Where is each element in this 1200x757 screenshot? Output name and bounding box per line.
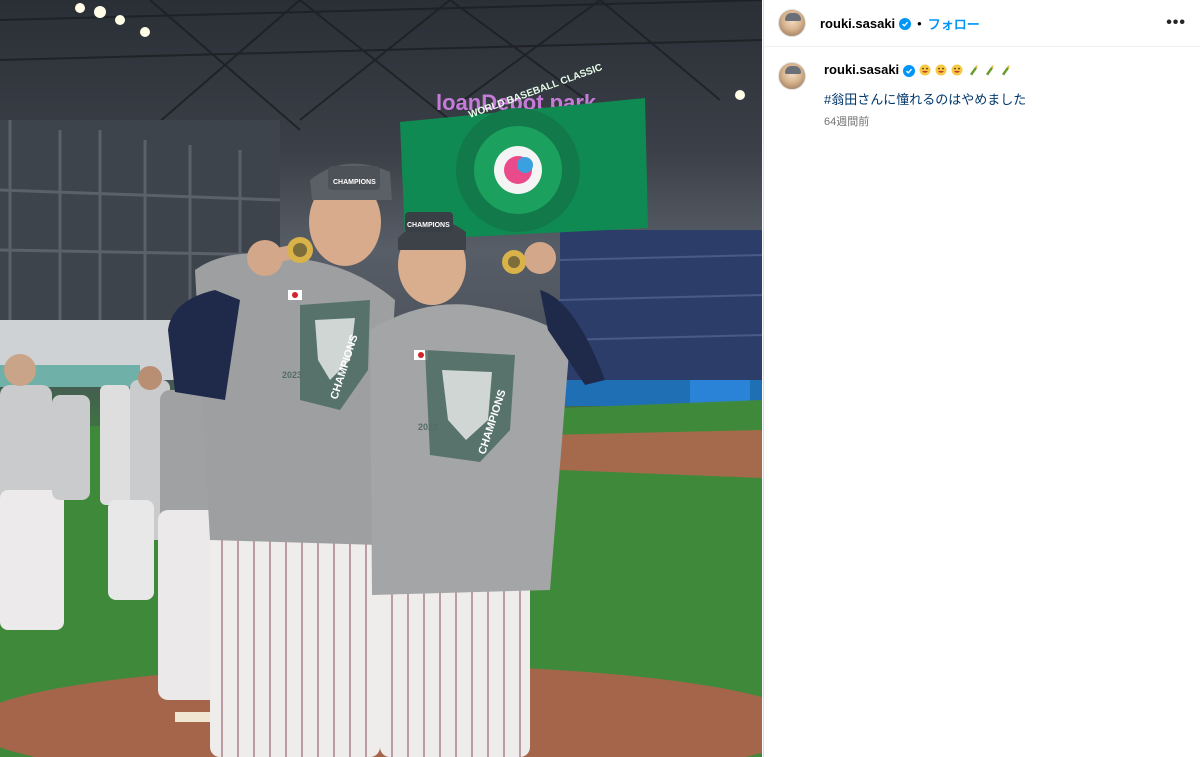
champagne-icon bbox=[986, 65, 994, 76]
shirt-year-left: 2023 bbox=[282, 370, 302, 380]
username-link[interactable]: rouki.sasaki bbox=[820, 16, 895, 31]
grinning-face-icon bbox=[935, 64, 947, 76]
cap-text-right: CHAMPIONS bbox=[407, 222, 450, 229]
champagne-icon bbox=[970, 65, 978, 76]
post-photo[interactable]: loanDepot park WORLD BASEBALL CLASSIC CH… bbox=[0, 0, 762, 757]
post-sidebar: rouki.sasaki • フォロー ••• rouki.sasaki #翁田… bbox=[763, 0, 1200, 757]
caption-hashtag-link[interactable]: #翁田さんに憧れるのはやめました bbox=[824, 91, 1026, 109]
post-caption: rouki.sasaki #翁田さんに憧れるのはやめました 64週間前 bbox=[764, 47, 1200, 131]
separator-dot: • bbox=[917, 15, 922, 31]
follow-button[interactable]: フォロー bbox=[928, 14, 980, 33]
cap-text: CHAMPIONS bbox=[333, 179, 376, 186]
caption-avatar[interactable] bbox=[778, 62, 806, 90]
grinning-face-icon bbox=[951, 64, 963, 76]
more-options-icon[interactable]: ••• bbox=[1166, 14, 1186, 32]
verified-badge-icon bbox=[899, 18, 912, 30]
post-header: rouki.sasaki • フォロー ••• bbox=[764, 0, 1200, 47]
caption-username-link[interactable]: rouki.sasaki bbox=[824, 61, 899, 79]
champagne-icon bbox=[1002, 65, 1010, 76]
avatar[interactable] bbox=[778, 9, 806, 37]
celebration-photo: loanDepot park WORLD BASEBALL CLASSIC CH… bbox=[0, 0, 762, 757]
grinning-face-icon bbox=[919, 64, 931, 76]
caption-verified-badge-icon bbox=[903, 65, 916, 77]
shirt-year-right: 2023 bbox=[418, 422, 438, 432]
post-timestamp[interactable]: 64週間前 bbox=[824, 113, 1026, 131]
